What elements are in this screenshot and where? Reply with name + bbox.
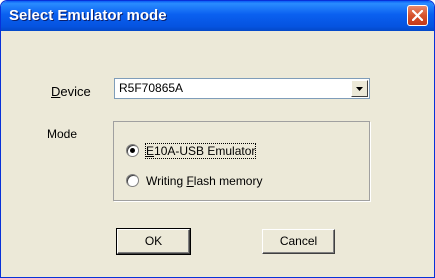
mode-groupbox: E10A-USB Emulator Writing Flash memory [113, 121, 370, 201]
title-bar[interactable]: Select Emulator mode [1, 1, 434, 31]
close-icon [412, 10, 423, 21]
device-dropdown-button[interactable] [351, 80, 368, 97]
e10a-usb-radio[interactable] [126, 144, 139, 157]
chevron-down-icon [356, 87, 363, 91]
device-label: Device [51, 84, 91, 99]
writing-flash-radio[interactable] [126, 174, 139, 187]
ok-button[interactable]: OK [116, 228, 191, 255]
close-button[interactable] [407, 5, 428, 26]
device-select-value: R5F70865A [119, 81, 184, 95]
cancel-button[interactable]: Cancel [262, 229, 335, 254]
select-emulator-dialog: Select Emulator mode Device R5F70865A Mo… [0, 0, 435, 278]
writing-flash-label[interactable]: Writing Flash memory [146, 174, 262, 188]
dialog-title: Select Emulator mode [9, 7, 167, 24]
e10a-usb-label[interactable]: E10A-USB Emulator [144, 143, 257, 159]
dialog-body: Device R5F70865A Mode E10A-USB Emulator … [4, 31, 431, 274]
radio-selected-dot [130, 148, 135, 153]
mode-label: Mode [47, 127, 78, 141]
device-select[interactable]: R5F70865A [114, 78, 370, 99]
